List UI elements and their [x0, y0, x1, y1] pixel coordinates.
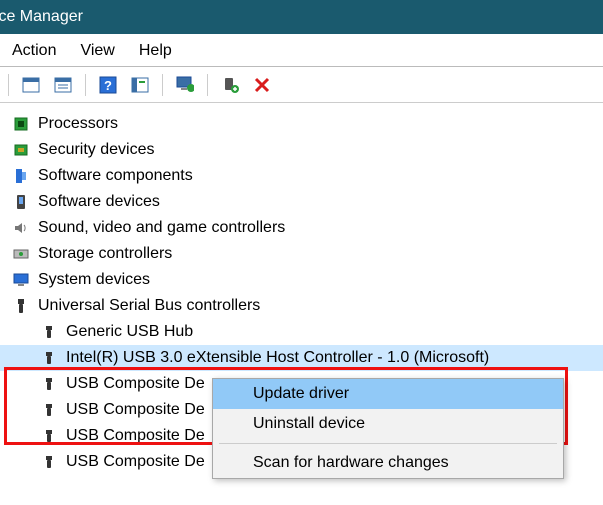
tree-node-generic-usb-hub[interactable]: Generic USB Hub [0, 319, 603, 345]
menu-help[interactable]: Help [139, 42, 172, 60]
tree-node-software-devices[interactable]: Software devices [0, 189, 603, 215]
usb-icon [40, 453, 58, 471]
node-label: USB Composite De [66, 371, 205, 397]
toolbar-scan-button[interactable] [171, 72, 199, 98]
context-menu-uninstall-device[interactable]: Uninstall device [213, 409, 563, 439]
toolbar-properties-button[interactable] [17, 72, 45, 98]
node-label: USB Composite De [66, 423, 205, 449]
node-label: Software components [38, 163, 193, 189]
node-label: Generic USB Hub [66, 319, 193, 345]
node-label: Security devices [38, 137, 155, 163]
usb-icon [40, 323, 58, 341]
node-label: Software devices [38, 189, 160, 215]
toolbar-list-button[interactable] [49, 72, 77, 98]
usb-icon [40, 401, 58, 419]
x-icon [253, 76, 271, 94]
toolbar-separator [8, 74, 9, 96]
menu-view[interactable]: View [80, 42, 114, 60]
node-label: Storage controllers [38, 241, 172, 267]
usb-icon [12, 297, 30, 315]
storage-icon [12, 245, 30, 263]
context-menu-scan-hardware[interactable]: Scan for hardware changes [213, 448, 563, 478]
help-icon: ? [99, 76, 117, 94]
menu-action[interactable]: Action [12, 42, 56, 60]
tree-node-system[interactable]: System devices [0, 267, 603, 293]
usb-icon [40, 427, 58, 445]
tree-node-security[interactable]: Security devices [0, 137, 603, 163]
window-title: evice Manager [0, 8, 83, 25]
node-label: USB Composite De [66, 449, 205, 475]
detail-icon [131, 76, 149, 94]
list-icon [54, 76, 72, 94]
speaker-icon [12, 219, 30, 237]
node-label: USB Composite De [66, 397, 205, 423]
context-menu-separator [219, 443, 557, 444]
usb-icon [40, 375, 58, 393]
toolbar-detail-button[interactable] [126, 72, 154, 98]
security-chip-icon [12, 141, 30, 159]
panel-icon [22, 76, 40, 94]
node-label: System devices [38, 267, 150, 293]
tree-node-processors[interactable]: Processors [0, 111, 603, 137]
node-label: Universal Serial Bus controllers [38, 293, 260, 319]
title-bar: evice Manager [0, 0, 603, 34]
toolbar-separator [85, 74, 86, 96]
toolbar-separator [162, 74, 163, 96]
menu-bar: Action View Help [0, 34, 603, 67]
usb-icon [40, 349, 58, 367]
node-label: Sound, video and game controllers [38, 215, 285, 241]
tree-node-usb-controllers[interactable]: Universal Serial Bus controllers [0, 293, 603, 319]
cpu-icon [12, 115, 30, 133]
tree-node-storage[interactable]: Storage controllers [0, 241, 603, 267]
context-menu-update-driver[interactable]: Update driver [213, 379, 563, 409]
toolbar-help-button[interactable]: ? [94, 72, 122, 98]
context-menu: Update driver Uninstall device Scan for … [212, 378, 564, 479]
device-icon [12, 193, 30, 211]
tree-node-sound[interactable]: Sound, video and game controllers [0, 215, 603, 241]
monitor-refresh-icon [176, 76, 194, 94]
node-label: Intel(R) USB 3.0 eXtensible Host Control… [66, 345, 489, 371]
device-add-icon [221, 76, 239, 94]
computer-icon [12, 271, 30, 289]
tree-node-intel-usb-xhci[interactable]: Intel(R) USB 3.0 eXtensible Host Control… [0, 345, 603, 371]
toolbar: ? [0, 67, 603, 103]
tree-node-software-components[interactable]: Software components [0, 163, 603, 189]
toolbar-separator [207, 74, 208, 96]
node-label: Processors [38, 111, 118, 137]
component-icon [12, 167, 30, 185]
toolbar-add-button[interactable] [216, 72, 244, 98]
toolbar-remove-button[interactable] [248, 72, 276, 98]
svg-text:?: ? [104, 78, 112, 93]
